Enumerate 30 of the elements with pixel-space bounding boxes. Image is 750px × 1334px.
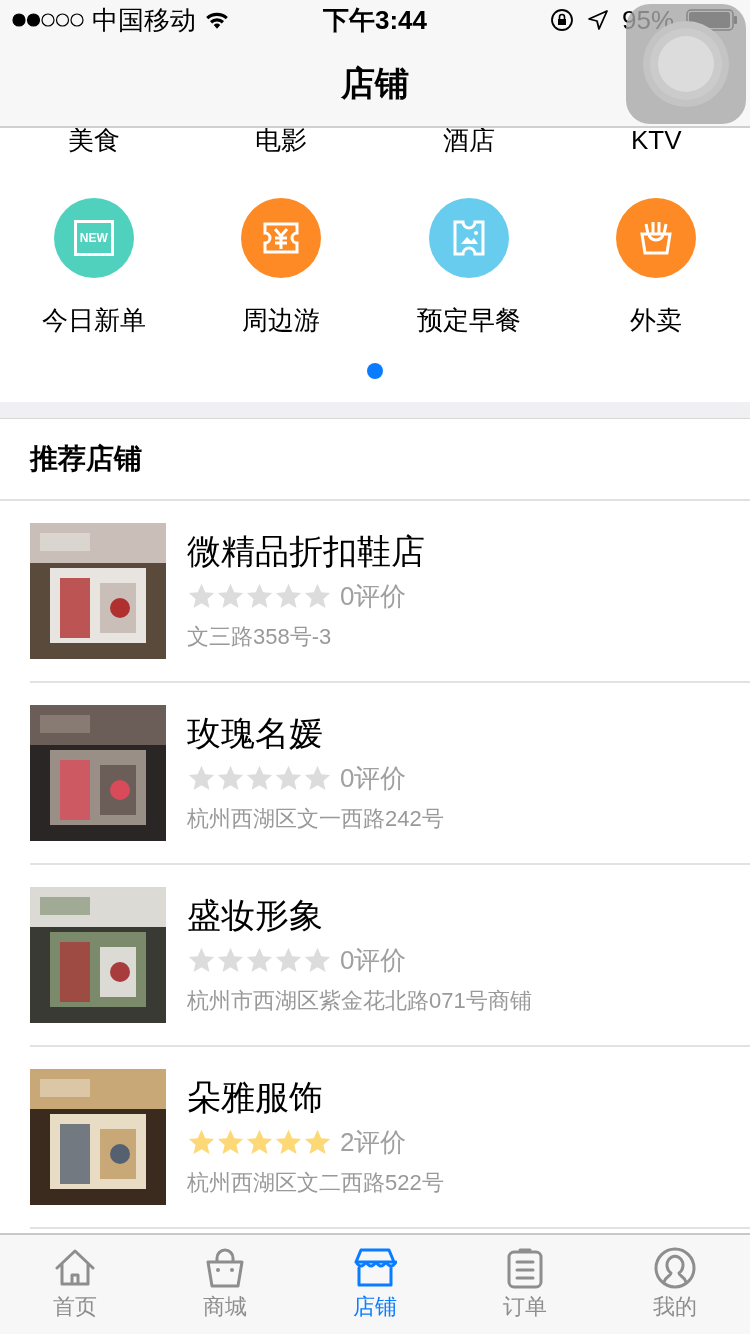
location-icon [585,8,610,32]
category-label[interactable]: 外卖 [630,300,683,340]
review-count: 0评价 [340,943,407,977]
wifi-icon [204,10,230,30]
shop-address: 文三路358号-3 [187,622,333,651]
review-count: 2评价 [340,1125,407,1159]
user-icon [653,1246,697,1290]
category-label[interactable]: KTV [562,128,750,152]
shop-address: 杭州西湖区文二西路522号 [187,1168,444,1197]
shop-name[interactable]: 微精品折扣鞋店 [187,528,425,573]
tab-item[interactable]: 店铺 [300,1235,450,1334]
carrier-name: 中国移动 [92,3,196,37]
new-label: NEW [79,232,108,244]
page-title: 店铺 [341,62,409,104]
rotation-lock-icon [549,8,574,32]
review-count: 0评价 [340,761,407,795]
store-icon [353,1246,397,1290]
category-label[interactable]: 预定早餐 [416,300,521,340]
signal-icon [12,13,84,27]
shop-name[interactable]: 盛妆形象 [187,892,532,937]
category-label[interactable]: 周边游 [242,300,321,340]
shop-name[interactable]: 玫瑰名媛 [187,710,444,755]
category-label[interactable]: 电影 [187,128,375,152]
shop-address: 杭州市西湖区紫金花北路071号商铺 [187,986,532,1015]
status-time: 下午3:44 [323,3,428,37]
section-title: 推荐店铺 [30,442,142,476]
review-count: 0评价 [340,579,407,613]
shop-address: 杭州西湖区文一西路242号 [187,804,444,833]
category-label[interactable]: 今日新单 [41,300,146,340]
shop-name[interactable]: 朵雅服饰 [187,1074,444,1119]
